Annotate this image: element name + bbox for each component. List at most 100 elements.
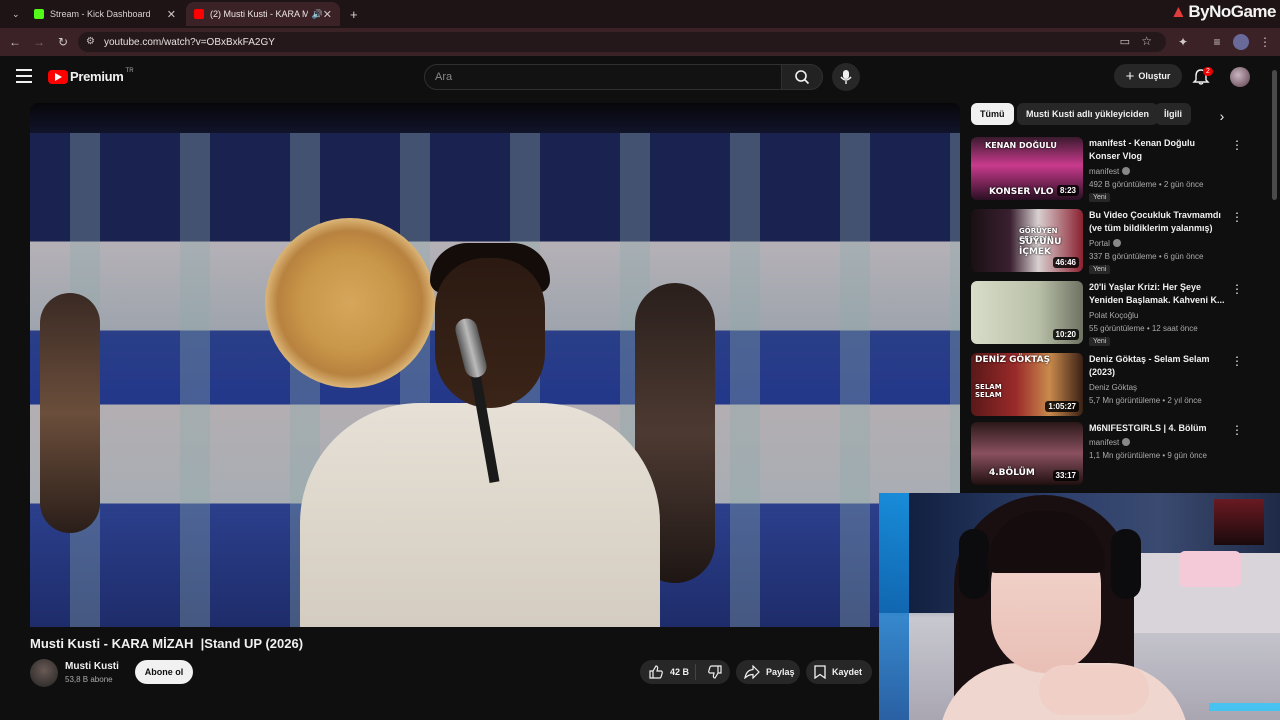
search-placeholder: Ara [435,71,453,83]
dislike-button[interactable] [700,660,730,684]
search-button[interactable] [781,64,823,90]
like-count: 42 B [670,667,690,677]
recommendation-meta: 337 B görüntüleme • 6 gün önce [1089,252,1204,261]
youtube-play-icon [48,69,68,84]
recommendation-meta: 55 görüntüleme • 12 saat önce [1089,324,1198,333]
video-title: Musti Kusti - KARA MİZAH |Stand UP (2026… [30,636,304,651]
subscriber-count: 53,8 B abone [65,675,113,684]
profile-avatar-icon[interactable] [1233,34,1249,50]
recommendation-channel[interactable]: Polat Koçoğlu [1089,311,1138,320]
plus-icon: + [1125,67,1135,85]
subscribe-button[interactable]: Abone ol [135,660,193,684]
save-button[interactable]: Kaydet [806,660,872,684]
address-bar[interactable]: ⚙ youtube.com/watch?v=OBxBxkFA2GY ▭ ☆ [78,32,1166,52]
channel-label: manifest [1089,438,1120,447]
channel-name[interactable]: Musti Kusti [65,661,119,672]
tab-label: Stream - Kick Dashboard [50,9,151,19]
video-thumbnail[interactable]: GÖRÜYEN CESEDİN SUYUNU İÇMEK 46:46 [971,209,1083,272]
share-label: Paylaş [766,667,795,677]
youtube-premium-logo[interactable]: Premium TR [48,68,134,84]
webcam-headset [1111,529,1141,599]
voice-search-button[interactable] [832,63,860,91]
video-performer-head [435,258,545,408]
more-options-icon[interactable]: ⋮ [1231,211,1243,223]
video-thumbnail[interactable]: DENİZ GÖKTAŞ SELAM SELAM 1:05:27 [971,353,1083,416]
recommendation-title[interactable]: 20'li Yaşlar Krizi: Her Şeye Yeniden Baş… [1089,281,1227,307]
share-button[interactable]: Paylaş [736,660,800,684]
video-thumbnail[interactable]: 4.BÖLÜM 33:17 [971,422,1083,485]
create-label: Oluştur [1138,71,1171,81]
duration-badge: 33:17 [1052,470,1079,481]
youtube-favicon-icon [194,9,204,19]
cast-icon[interactable]: ▭ [1120,35,1130,48]
close-tab-icon[interactable]: ✕ [167,8,176,21]
recommendation-item[interactable]: KENAN DOĞULU KONSER VLO 8:23 manifest - … [971,137,1251,207]
more-options-icon[interactable]: ⋮ [1231,424,1243,436]
recommendation-title[interactable]: Deniz Göktaş - Selam Selam (2023) [1089,353,1227,379]
recommendation-item[interactable]: DENİZ GÖKTAŞ SELAM SELAM 1:05:27 Deniz G… [971,353,1251,417]
thumbnail-text: KENAN DOĞULU [985,141,1057,150]
chip-related[interactable]: İlgili [1155,103,1191,125]
video-thumbnail[interactable]: 10:20 [971,281,1083,344]
video-thumbnail[interactable]: KENAN DOĞULU KONSER VLO 8:23 [971,137,1083,200]
recommendation-channel[interactable]: manifest [1089,438,1131,447]
webcam-poster [1214,499,1264,545]
flame-icon: ▲ [1170,2,1187,21]
media-controls-icon[interactable]: ≡ [1209,34,1225,50]
bynogame-overlay-logo: ▲ ByNoGame [1170,2,1276,22]
streamer-webcam-overlay [879,493,1280,720]
new-badge: Yeni [1089,193,1111,202]
save-label: Kaydet [832,667,863,677]
browser-tab-kick[interactable]: Stream - Kick Dashboard ✕ [26,2,184,26]
search-input[interactable]: Ara [424,64,782,90]
chevron-down-icon: ⌄ [12,8,20,19]
more-options-icon[interactable]: ⋮ [1231,355,1243,367]
recommendation-channel[interactable]: Portal [1089,239,1121,248]
forward-arrow-icon[interactable]: → [31,34,47,50]
new-tab-button[interactable]: + [342,2,362,26]
reload-icon[interactable]: ↻ [55,34,71,50]
recommendation-item[interactable]: 10:20 20'li Yaşlar Krizi: Her Şeye Yenid… [971,281,1251,351]
recommendation-item[interactable]: 4.BÖLÜM 33:17 M6NIFESTGIRLS | 4. Bölüm m… [971,422,1251,486]
hamburger-menu-icon[interactable] [16,69,32,83]
browser-tab-youtube[interactable]: (2) Musti Kusti - KARA MİZ 🔊 ✕ [186,2,340,26]
recommendation-title[interactable]: manifest - Kenan Doğulu Konser Vlog [1089,137,1227,163]
bookmark-star-icon[interactable]: ☆ [1141,34,1152,48]
like-dislike-group: 42 B [640,660,730,684]
webcam-headset [959,529,989,599]
more-options-icon[interactable]: ⋮ [1231,139,1243,151]
duration-badge: 10:20 [1052,329,1079,340]
chip-all[interactable]: Tümü [971,103,1014,125]
recommendation-item[interactable]: GÖRÜYEN CESEDİN SUYUNU İÇMEK 46:46 Bu Vi… [971,209,1251,279]
new-badge: Yeni [1089,337,1111,346]
page-scrollbar[interactable] [1272,70,1277,200]
tab-label: (2) Musti Kusti - KARA MİZ [210,9,308,19]
recommendation-channel[interactable]: Deniz Göktaş [1089,383,1137,392]
video-decor-mask [40,293,100,533]
browser-menu-icon[interactable]: ⋮ [1257,34,1273,50]
recommendation-meta: 492 B görüntüleme • 2 gün önce [1089,180,1204,189]
verified-check-icon [1112,239,1121,247]
chevron-right-icon[interactable]: › [1212,106,1232,126]
account-avatar[interactable] [1230,67,1250,87]
channel-label: Portal [1089,239,1110,248]
video-decor-plate [265,218,435,388]
more-options-icon[interactable]: ⋮ [1231,283,1243,295]
video-player[interactable] [30,103,960,627]
recommendation-title[interactable]: Bu Video Çocukluk Travmamdı (ve tüm bild… [1089,209,1227,235]
logo-word: Premium [70,69,124,84]
thumbnail-text: KONSER VLO [989,187,1054,197]
recommendation-channel[interactable]: manifest [1089,167,1131,176]
back-arrow-icon[interactable]: ← [7,34,23,50]
close-tab-icon[interactable]: ✕ [323,8,332,21]
create-button[interactable]: + Oluştur [1114,64,1182,88]
channel-avatar[interactable] [30,659,58,687]
tab-search-dropdown[interactable]: ⌄ [4,2,22,26]
video-performer-body [300,403,660,627]
site-info-icon[interactable]: ⚙ [86,36,95,47]
like-divider [695,664,696,680]
chip-from-uploader[interactable]: Musti Kusti adlı yükleyiciden [1017,103,1159,125]
like-button[interactable]: 42 B [640,660,695,684]
recommendation-title[interactable]: M6NIFESTGIRLS | 4. Bölüm [1089,422,1227,435]
extensions-icon[interactable]: ✦ [1175,34,1191,50]
